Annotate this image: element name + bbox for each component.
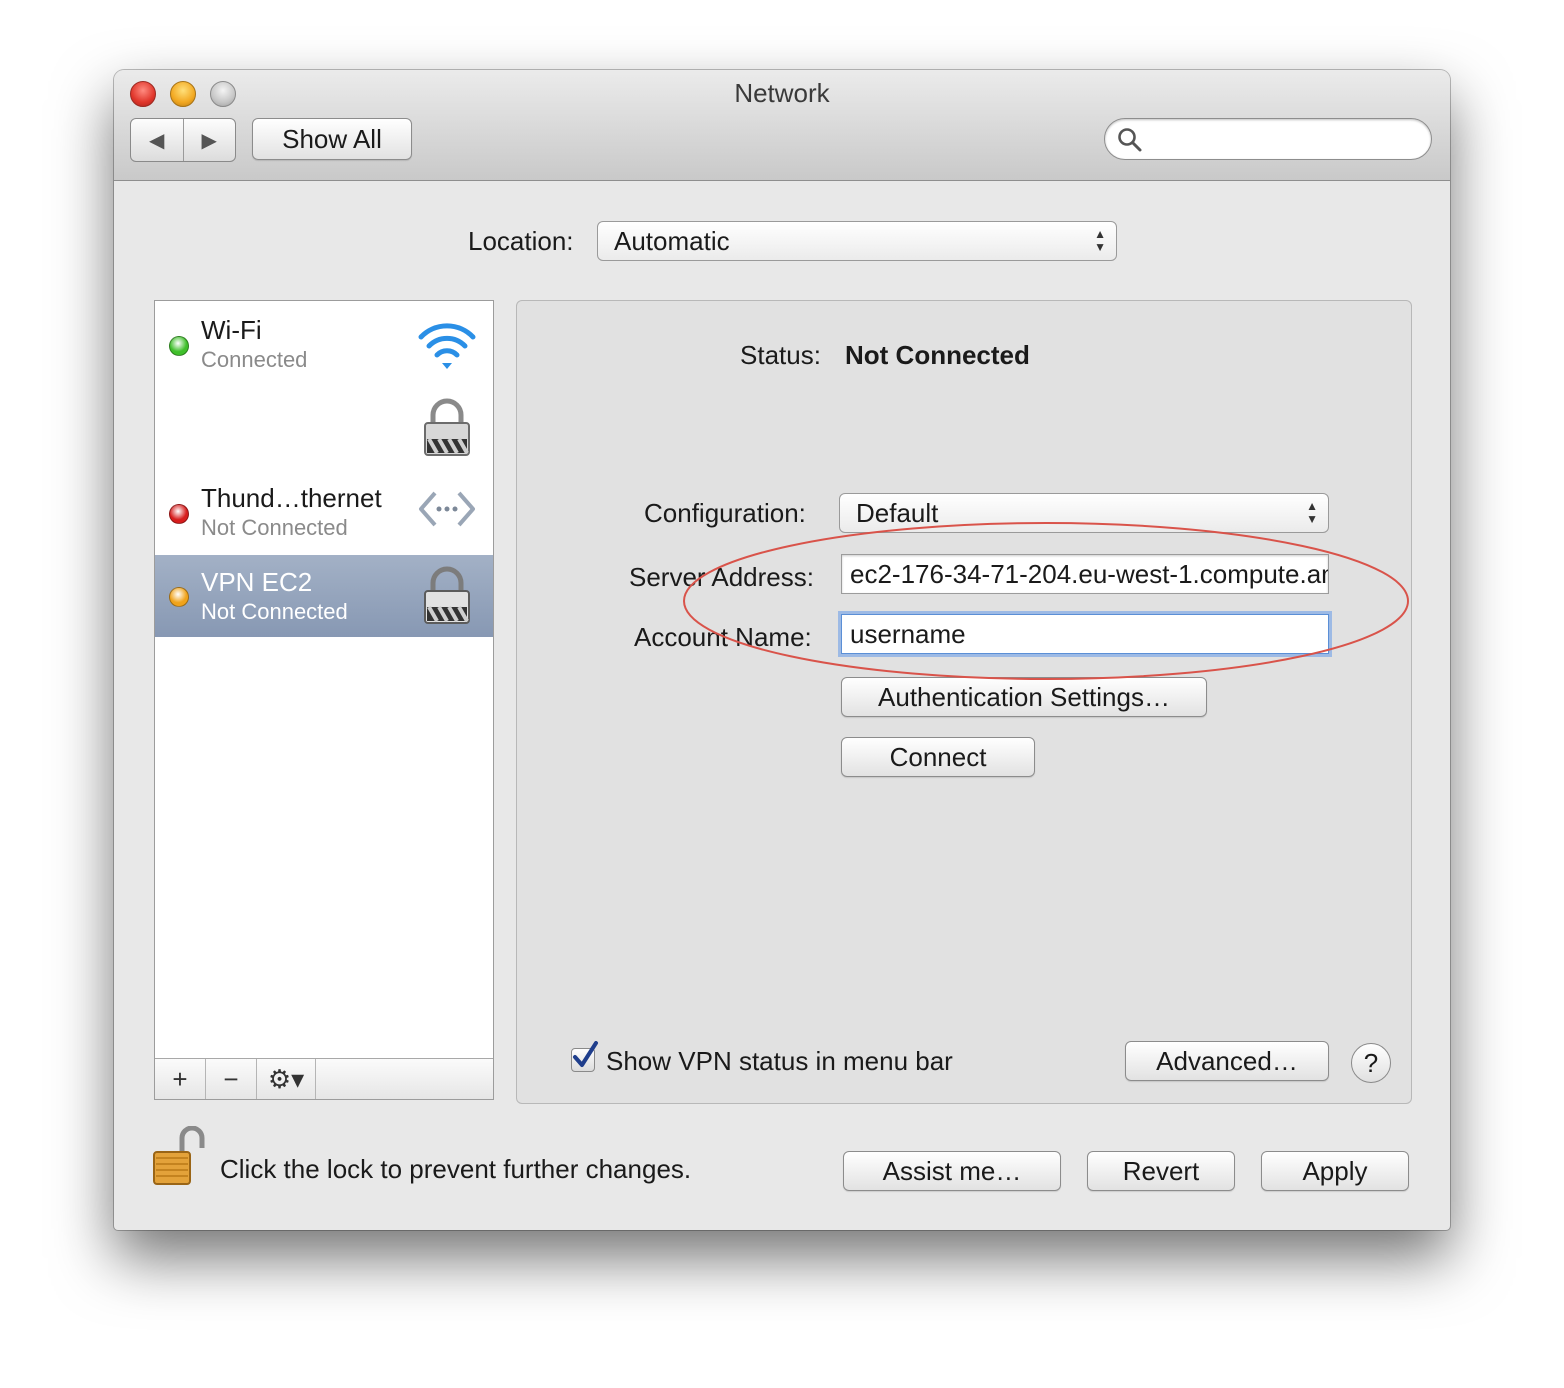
- lock-message: Click the lock to prevent further change…: [220, 1154, 692, 1184]
- help-button[interactable]: ?: [1351, 1043, 1391, 1083]
- back-forward-control: ◀ ▶: [130, 118, 236, 162]
- show-vpn-status-checkbox[interactable]: [571, 1041, 598, 1072]
- search-icon: [1118, 128, 1142, 152]
- ethernet-icon: [419, 491, 475, 527]
- status-value: Not Connected: [845, 340, 1030, 370]
- server-address-field[interactable]: ec2-176-34-71-204.eu-west-1.compute.amaz…: [841, 554, 1329, 594]
- configuration-value: Default: [856, 497, 939, 528]
- checkmark-icon: [573, 1041, 598, 1067]
- configuration-label: Configuration:: [644, 498, 806, 528]
- account-name-field[interactable]: username: [841, 614, 1329, 654]
- service-status: Connected: [201, 347, 308, 372]
- service-status: Not Connected: [201, 515, 348, 540]
- service-item-vpn-ec2[interactable]: VPN EC2 Not Connected: [155, 555, 493, 637]
- service-name: Thund…thernet: [201, 483, 382, 513]
- location-popup[interactable]: Automatic ▲ ▼: [597, 221, 1117, 261]
- network-window: Network ◀ ▶ Show All Location: Automatic…: [114, 70, 1450, 1230]
- title-bar: Network ◀ ▶ Show All: [114, 70, 1450, 181]
- lock-icon: [424, 398, 470, 456]
- forward-button[interactable]: ▶: [184, 119, 236, 161]
- revert-button[interactable]: Revert: [1087, 1151, 1235, 1191]
- show-all-button[interactable]: Show All: [252, 118, 412, 160]
- gear-menu-button[interactable]: ⚙▾: [257, 1059, 316, 1099]
- server-address-label: Server Address:: [629, 562, 814, 592]
- updown-arrows-icon: ▲ ▼: [1306, 499, 1318, 526]
- service-name: Wi-Fi: [201, 315, 262, 345]
- advanced-button[interactable]: Advanced…: [1125, 1041, 1329, 1081]
- apply-button[interactable]: Apply: [1261, 1151, 1409, 1191]
- location-label: Location:: [468, 226, 574, 256]
- status-dot: [169, 587, 189, 607]
- service-name: VPN EC2: [201, 567, 313, 597]
- service-item-thunderbolt-ethernet[interactable]: Thund…thernet Not Connected: [155, 471, 493, 555]
- status-label: Status:: [740, 340, 821, 370]
- window-title: Network: [734, 78, 830, 108]
- service-status: Not Connected: [201, 599, 348, 624]
- status-dot: [169, 336, 189, 356]
- updown-arrows-icon: ▲ ▼: [1094, 227, 1106, 254]
- search-field[interactable]: [1104, 118, 1432, 160]
- configuration-popup[interactable]: Default ▲ ▼: [839, 493, 1329, 533]
- connect-button[interactable]: Connect: [841, 737, 1035, 777]
- wifi-icon: [418, 323, 476, 369]
- add-service-button[interactable]: +: [155, 1059, 206, 1099]
- remove-service-button[interactable]: −: [206, 1059, 257, 1099]
- account-name-label: Account Name:: [634, 622, 812, 652]
- sidebar-toolbar: + − ⚙▾: [155, 1058, 493, 1099]
- assist-me-button[interactable]: Assist me…: [843, 1151, 1061, 1191]
- show-vpn-status-label: Show VPN status in menu bar: [606, 1046, 953, 1076]
- service-item-wifi[interactable]: Wi-Fi Connected: [155, 301, 493, 471]
- lock-icon: [424, 566, 470, 624]
- service-list: Wi-Fi Connected Thund…thernet Not Connec…: [154, 300, 494, 1100]
- back-button[interactable]: ◀: [131, 119, 184, 161]
- authentication-settings-button[interactable]: Authentication Settings…: [841, 677, 1207, 717]
- unlocked-padlock-icon[interactable]: [152, 1126, 206, 1188]
- status-dot: [169, 504, 189, 524]
- location-value: Automatic: [614, 225, 730, 256]
